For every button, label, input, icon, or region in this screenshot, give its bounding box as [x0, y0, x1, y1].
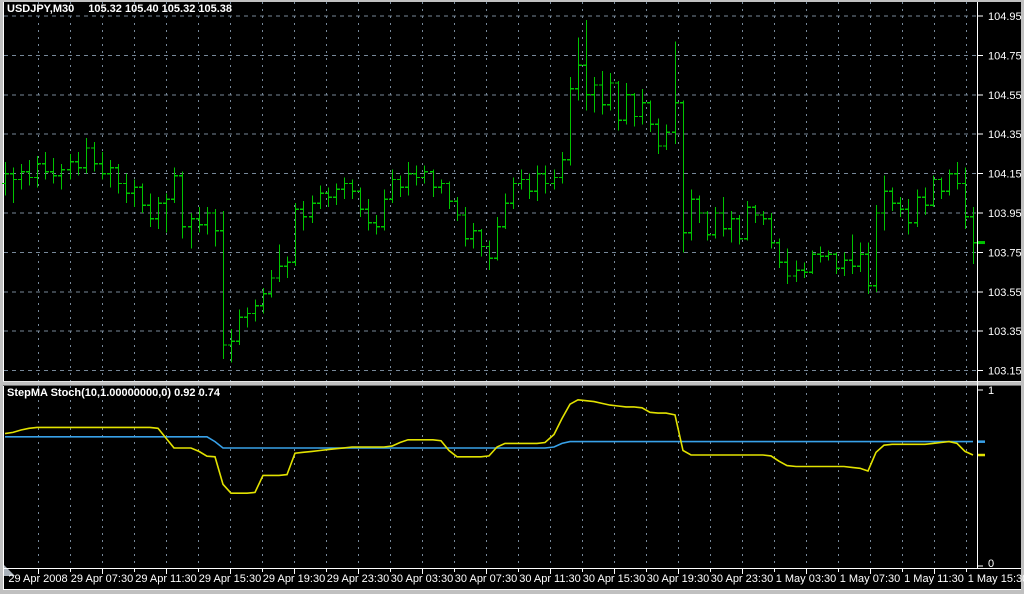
time-axis-label: 1 May 11:30: [904, 573, 964, 585]
time-axis-label: 29 Apr 23:30: [327, 573, 389, 585]
pane-splitter[interactable]: [3, 381, 1021, 386]
time-axis-label: 30 Apr 03:30: [391, 573, 453, 585]
svg-text:103.35: 103.35: [988, 326, 1022, 338]
chart-window: 104.95 104.75 104.55 104.35 104.15 103.95 103.…: [0, 0, 1024, 594]
main-value-marker: [978, 454, 985, 457]
time-axis-label: 1 May 15:30: [968, 573, 1024, 585]
svg-text:103.95: 103.95: [988, 208, 1022, 220]
svg-text:104.95: 104.95: [988, 11, 1022, 23]
time-axis-label: 1 May 07:30: [840, 573, 901, 585]
svg-text:104.35: 104.35: [988, 129, 1022, 141]
time-axis-label: 30 Apr 07:30: [455, 573, 517, 585]
svg-text:0: 0: [988, 558, 994, 570]
time-axis-label: 29 Apr 11:30: [135, 573, 197, 585]
svg-text:103.75: 103.75: [988, 247, 1022, 259]
svg-text:1: 1: [988, 385, 994, 397]
time-axis-label: 30 Apr 15:30: [583, 573, 645, 585]
time-axis-label: 29 Apr 19:30: [263, 573, 325, 585]
time-axis-label: 30 Apr 23:30: [711, 573, 773, 585]
svg-text:103.55: 103.55: [988, 287, 1022, 299]
svg-text:104.55: 104.55: [988, 90, 1022, 102]
time-axis-label: 1 May 03:30: [776, 573, 837, 585]
chart-canvas[interactable]: 104.95 104.75 104.55 104.35 104.15 103.95 103.…: [0, 0, 1024, 594]
svg-text:103.15: 103.15: [988, 366, 1022, 378]
time-axis-label: 29 Apr 07:30: [71, 573, 133, 585]
time-axis-label: 30 Apr 19:30: [647, 573, 709, 585]
time-axis-label: 29 Apr 15:30: [199, 573, 261, 585]
last-price-marker: [978, 241, 985, 244]
svg-text:104.75: 104.75: [988, 50, 1022, 62]
time-axis-label: 30 Apr 11:30: [519, 573, 581, 585]
chart-field: [3, 2, 1021, 590]
svg-text:104.15: 104.15: [988, 169, 1022, 181]
signal-value-marker: [978, 440, 985, 443]
time-axis-label: 29 Apr 2008: [8, 573, 67, 585]
